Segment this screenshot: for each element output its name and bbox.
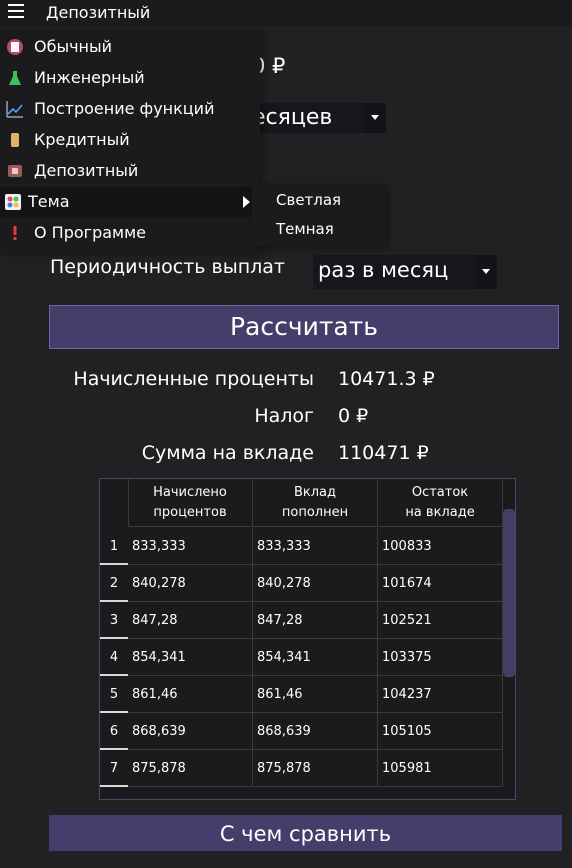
theme-dark-option[interactable]: Темная (276, 220, 334, 238)
calculator-icon (7, 39, 23, 55)
window-title: Депозитный (46, 3, 151, 22)
cell-balance[interactable]: 105981 (378, 750, 503, 787)
top-bar: Депозитный (0, 0, 572, 26)
cell-balance[interactable]: 104237 (378, 676, 503, 713)
table-row[interactable]: 3 847,28 847,28 102521 (100, 602, 505, 639)
period-select[interactable]: раз в месяц (313, 255, 497, 289)
row-number: 1 (100, 528, 128, 565)
cell-added[interactable]: 847,28 (253, 602, 378, 639)
menu-item-label: Депозитный (34, 161, 139, 180)
sum-label: Сумма на вкладе (141, 442, 314, 464)
cell-interest[interactable]: 833,333 (128, 528, 253, 565)
table-row[interactable]: 6 868,639 868,639 105105 (100, 713, 505, 750)
menu-item-theme[interactable]: Тема (0, 187, 260, 217)
cell-interest[interactable]: 840,278 (128, 565, 253, 602)
table-row[interactable]: 5 861,46 861,46 104237 (100, 676, 505, 713)
hamburger-icon[interactable] (8, 4, 24, 20)
menu-item-functions[interactable]: Построение функций (0, 94, 260, 124)
cell-added[interactable]: 833,333 (253, 528, 378, 565)
menu-item-label: Построение функций (34, 99, 215, 118)
tax-value: 0 ₽ (338, 405, 369, 427)
cell-interest[interactable]: 868,639 (128, 713, 253, 750)
deposit-icon (8, 165, 22, 177)
cell-interest[interactable]: 854,341 (128, 639, 253, 676)
cell-interest[interactable]: 861,46 (128, 676, 253, 713)
cell-balance[interactable]: 103375 (378, 639, 503, 676)
palette-icon (5, 194, 21, 210)
table-row[interactable]: 1 833,333 833,333 100833 (100, 528, 505, 565)
cell-balance[interactable]: 101674 (378, 565, 503, 602)
row-number: 2 (100, 565, 128, 602)
cell-balance[interactable]: 105105 (378, 713, 503, 750)
cell-added[interactable]: 875,878 (253, 750, 378, 787)
sum-value: 110471 ₽ (338, 442, 429, 464)
theme-submenu: Светлая Темная (252, 184, 386, 246)
menu-item-label: Кредитный (34, 130, 130, 149)
cell-balance[interactable]: 102521 (378, 602, 503, 639)
row-number: 7 (100, 750, 128, 787)
header-interest[interactable]: Начислено процентов (128, 479, 253, 527)
flask-icon (9, 71, 21, 85)
menu-item-credit[interactable]: Кредитный (0, 125, 260, 155)
exclamation-icon (13, 226, 17, 240)
table-scrollbar[interactable] (503, 509, 515, 677)
cell-balance[interactable]: 100833 (378, 528, 503, 565)
cell-interest[interactable]: 847,28 (128, 602, 253, 639)
credit-icon (11, 133, 19, 147)
cell-added[interactable]: 840,278 (253, 565, 378, 602)
row-number: 5 (100, 676, 128, 713)
menu-item-label: Инженерный (34, 68, 145, 87)
header-balance[interactable]: Остаток на вкладе (378, 479, 503, 527)
compare-button[interactable]: С чем сравнить (49, 815, 562, 851)
chevron-down-icon[interactable] (475, 255, 497, 289)
row-number: 6 (100, 713, 128, 750)
term-select[interactable]: есяцев (252, 103, 386, 133)
table-row[interactable]: 2 840,278 840,278 101674 (100, 565, 505, 602)
cell-added[interactable]: 868,639 (253, 713, 378, 750)
chevron-down-icon[interactable] (364, 103, 386, 133)
period-label: Периодичность выплат (50, 256, 285, 278)
chart-line-icon (6, 101, 23, 118)
period-select-value: раз в месяц (318, 258, 449, 282)
tax-label: Налог (254, 405, 314, 427)
interest-value: 10471.3 ₽ (338, 368, 435, 390)
payments-table[interactable]: Начислено процентов Вклад пополнен Остат… (99, 478, 516, 800)
row-number: 3 (100, 602, 128, 639)
menu-item-deposit[interactable]: Депозитный (0, 156, 260, 186)
chevron-right-icon (243, 196, 250, 208)
menu-item-engineering[interactable]: Инженерный (0, 63, 260, 93)
side-menu: Обычный Инженерный Построение функций Кр… (0, 30, 260, 252)
table-row[interactable]: 7 875,878 875,878 105981 (100, 750, 505, 787)
menu-item-label: Тема (28, 192, 70, 211)
interest-label: Начисленные проценты (73, 368, 314, 390)
row-number: 4 (100, 639, 128, 676)
menu-item-about[interactable]: О Программе (0, 218, 260, 248)
header-added[interactable]: Вклад пополнен (253, 479, 378, 527)
table-row[interactable]: 4 854,341 854,341 103375 (100, 639, 505, 676)
theme-light-option[interactable]: Светлая (276, 191, 341, 209)
menu-item-regular[interactable]: Обычный (0, 32, 260, 62)
cell-added[interactable]: 854,341 (253, 639, 378, 676)
menu-item-label: О Программе (34, 223, 147, 242)
calculate-button[interactable]: Рассчитать (49, 305, 559, 349)
cell-interest[interactable]: 875,878 (128, 750, 253, 787)
term-select-value: есяцев (252, 105, 333, 130)
menu-item-label: Обычный (34, 37, 113, 56)
cell-added[interactable]: 861,46 (253, 676, 378, 713)
table-corner (100, 479, 129, 527)
